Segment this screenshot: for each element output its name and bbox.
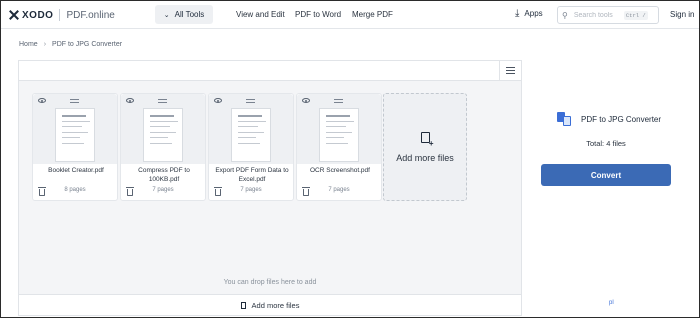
tool-header: PDF to JPG Converter [557, 112, 661, 126]
page-thumbnail [143, 108, 183, 162]
add-more-files-button[interactable]: Add more files [19, 294, 521, 315]
add-more-files-card[interactable]: Add more files [383, 93, 467, 201]
file-name: Compress PDF to 100KB.pdf [138, 167, 190, 183]
logo-text: XODO [22, 9, 54, 21]
file-name: Booklet Creator.pdf [48, 167, 104, 174]
apps-link[interactable]: ⤓ Apps [515, 8, 543, 19]
breadcrumb-current[interactable]: PDF to JPG Converter [52, 41, 122, 48]
all-tools-label: All Tools [174, 10, 205, 19]
page-count: 7 pages [240, 187, 262, 193]
list-view-button[interactable] [499, 61, 521, 80]
top-navbar: XODO PDF.online ⌄ All Tools View and Edi… [1, 1, 699, 29]
sign-in-link[interactable]: Sign in [670, 10, 694, 19]
drag-handle-icon[interactable] [70, 99, 79, 103]
breadcrumb: Home › PDF to JPG Converter [19, 41, 122, 48]
nav-view-and-edit[interactable]: View and Edit [236, 10, 285, 19]
page-thumbnail [55, 108, 95, 162]
xodo-logo[interactable]: XODO PDF.online [9, 8, 115, 22]
pdf-to-jpg-icon [557, 112, 573, 126]
preview-eye-icon[interactable] [214, 98, 222, 103]
search-input[interactable] [573, 11, 624, 19]
preview-eye-icon[interactable] [126, 98, 134, 103]
file-card[interactable]: Compress PDF to 100KB.pdf 7 pages [120, 93, 206, 201]
file-plus-icon [420, 131, 434, 148]
all-tools-button[interactable]: ⌄ All Tools [155, 5, 213, 24]
add-more-files-label: Add more files [396, 152, 454, 163]
icon-front-page [563, 116, 571, 126]
xodo-logo-icon [9, 10, 19, 20]
page-thumbnail [231, 108, 271, 162]
search-box[interactable]: ⚲ Ctrl / [557, 6, 659, 24]
preview-eye-icon[interactable] [38, 98, 46, 103]
file-card[interactable]: Export PDF Form Data to Excel.pdf 7 page… [208, 93, 294, 201]
download-icon: ⤓ [515, 8, 520, 19]
file-name: OCR Screenshot.pdf [310, 167, 370, 174]
logo-subtitle: PDF.online [66, 9, 115, 21]
logo-divider [59, 9, 61, 21]
search-icon: ⚲ [562, 10, 568, 20]
keyboard-shortcut-badge: Ctrl / [623, 10, 648, 20]
breadcrumb-chevron-icon: › [43, 41, 47, 48]
page-thumbnail [319, 108, 359, 162]
convert-button[interactable]: Convert [541, 164, 671, 186]
total-files: Total: 4 files [586, 139, 626, 148]
apps-label: Apps [524, 9, 543, 18]
drag-handle-icon[interactable] [158, 99, 167, 103]
nav-pdf-to-word[interactable]: PDF to Word [295, 10, 341, 19]
page-count: 8 pages [64, 187, 86, 193]
file-card[interactable]: Booklet Creator.pdf 8 pages [32, 93, 118, 201]
file-name: Export PDF Form Data to Excel.pdf [215, 167, 289, 183]
tool-title: PDF to JPG Converter [581, 114, 662, 124]
list-view-icon [506, 67, 515, 74]
page-count: 7 pages [328, 187, 350, 193]
file-workspace: Booklet Creator.pdf 8 pages Compress PDF… [18, 60, 522, 316]
chevron-down-icon: ⌄ [163, 11, 170, 19]
nav-merge-pdf[interactable]: Merge PDF [352, 10, 393, 19]
preview-eye-icon[interactable] [302, 98, 310, 103]
drag-handle-icon[interactable] [334, 99, 343, 103]
add-more-files-bottom-label: Add more files [251, 300, 300, 310]
corner-mark: pl [609, 300, 614, 306]
workspace-toolbar [19, 61, 521, 81]
file-plus-icon [240, 301, 246, 309]
page-count: 7 pages [152, 187, 174, 193]
file-card[interactable]: OCR Screenshot.pdf 7 pages [296, 93, 382, 201]
breadcrumb-home[interactable]: Home [19, 41, 38, 48]
drop-files-hint: You can drop files here to add [223, 279, 317, 286]
drag-handle-icon[interactable] [246, 99, 255, 103]
